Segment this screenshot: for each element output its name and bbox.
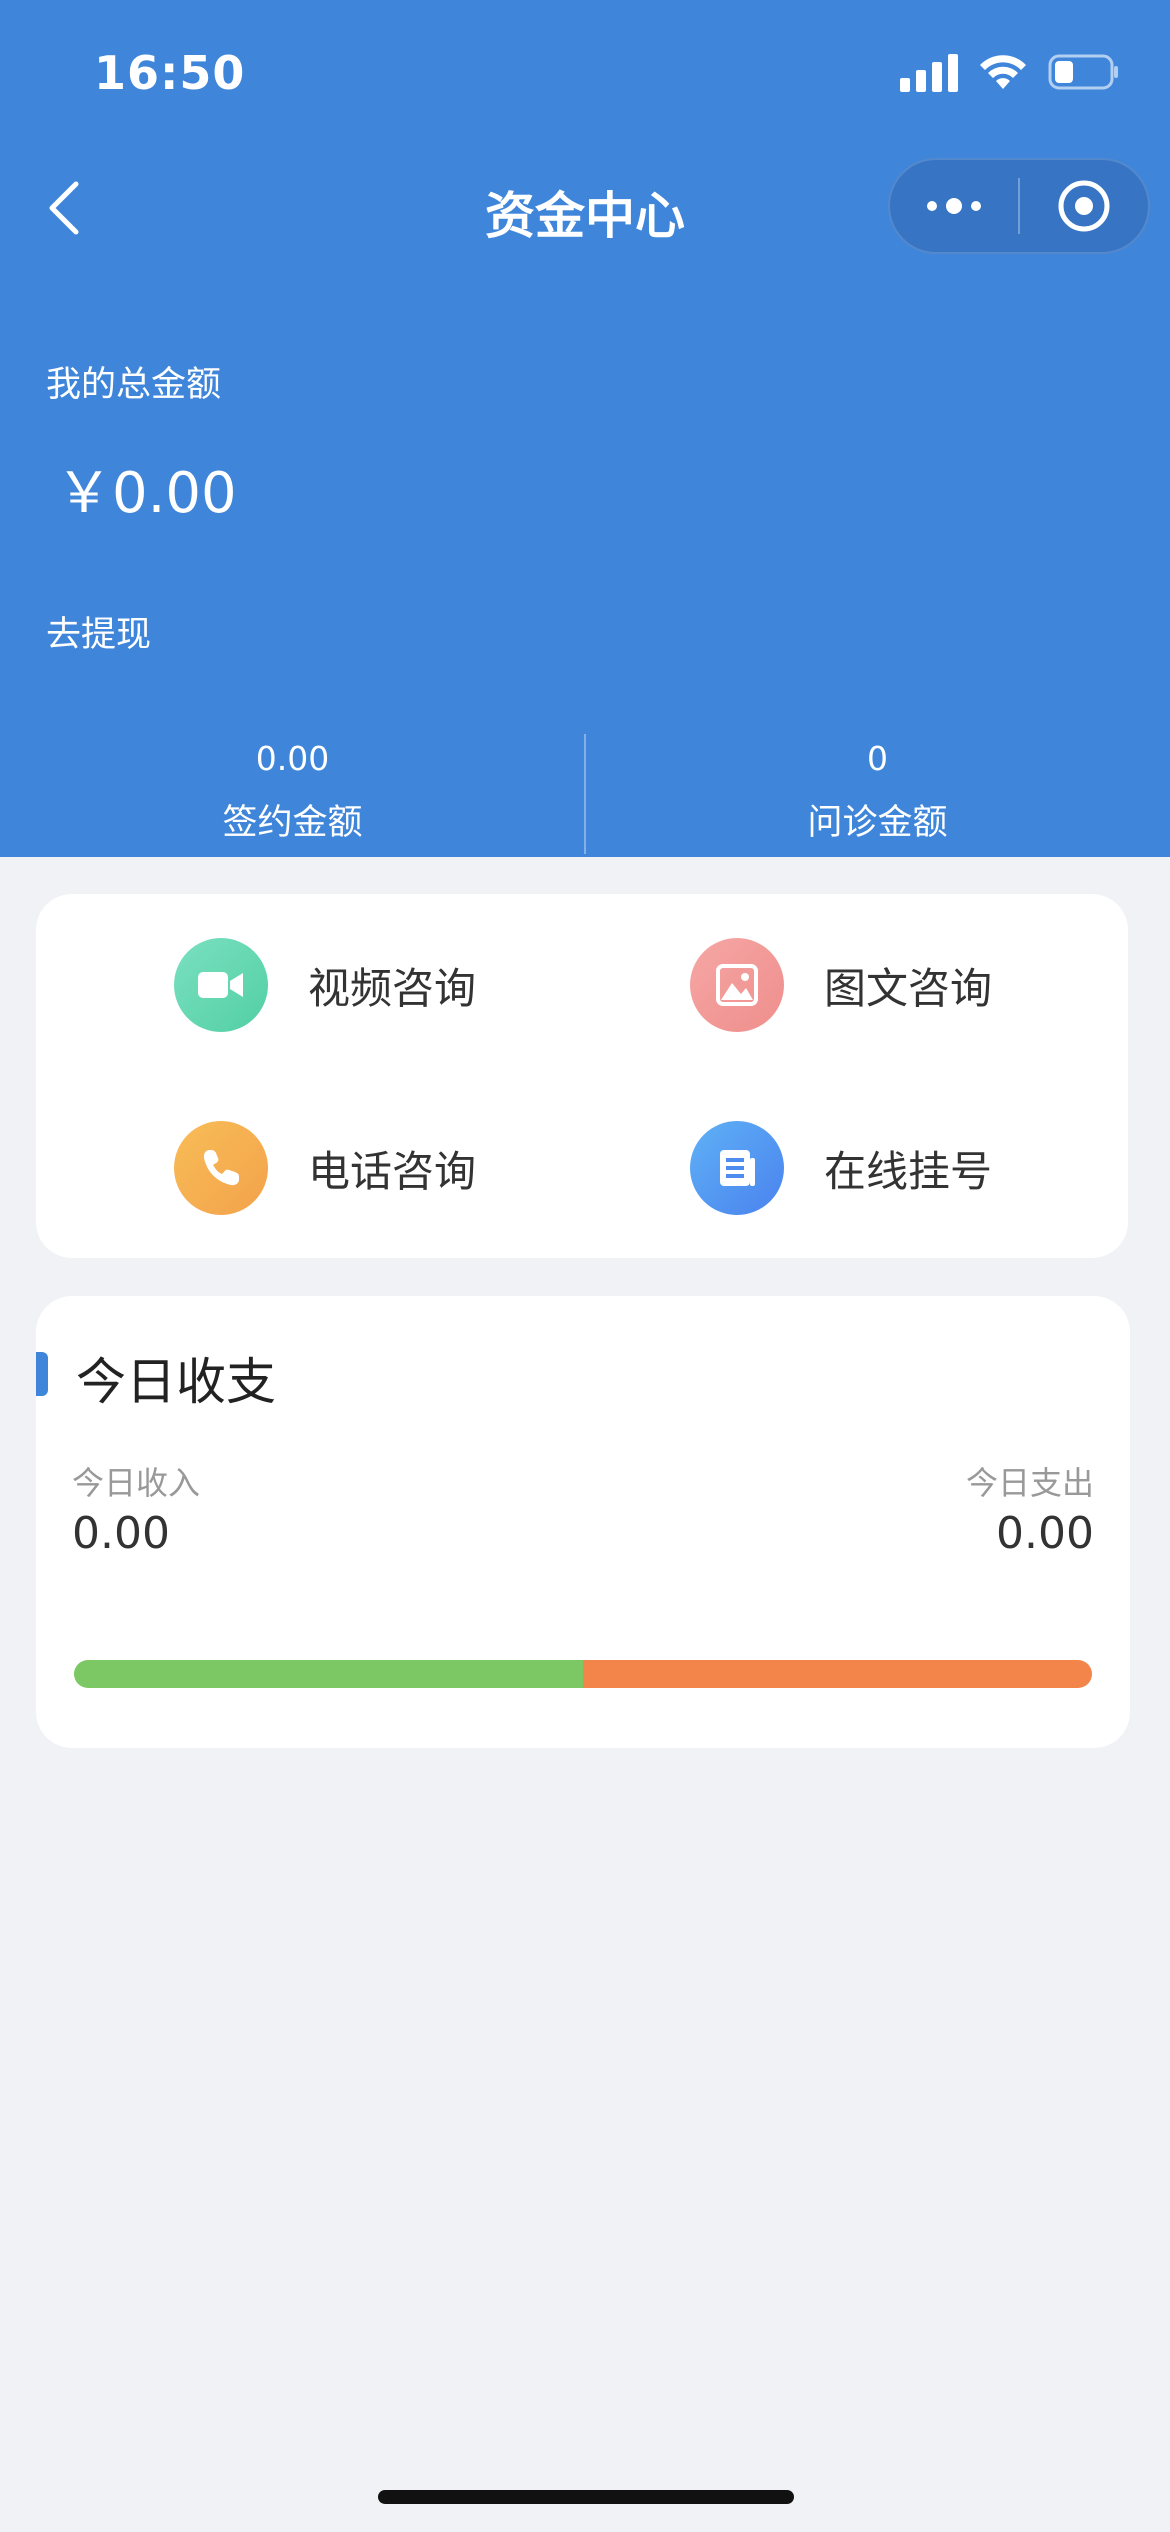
today-expense-label: 今日支出: [965, 1464, 1094, 1502]
total-amount-label: 我的总金额: [46, 365, 222, 405]
income-ratio-segment: [74, 1660, 583, 1688]
status-time: 16:50: [94, 46, 246, 100]
online-register-item[interactable]: 在线挂号: [690, 1121, 992, 1215]
section-accent-bar: [36, 1352, 48, 1396]
income-expense-ratio-bar: [74, 1660, 1092, 1688]
more-button[interactable]: [890, 160, 1018, 252]
mini-program-capsule: [888, 158, 1150, 254]
phone-consult-item[interactable]: 电话咨询: [174, 1121, 476, 1215]
graphic-consult-label: 图文咨询: [824, 963, 993, 1013]
today-income-value: 0.00: [72, 1508, 170, 1559]
signed-amount-value: 0.00: [255, 739, 330, 778]
target-circle-icon: [1058, 180, 1110, 232]
phone-icon: [174, 1121, 268, 1215]
nav-bar: 资金中心: [0, 150, 1170, 260]
consult-amount-label: 问诊金额: [807, 803, 948, 843]
header: 16:50 资金中心 我的总金额 ￥0.00 去提现 0.00 签约金额 0 问…: [0, 0, 1170, 857]
image-icon: [690, 938, 784, 1032]
signed-amount-stat[interactable]: 0.00 签约金额: [0, 730, 585, 845]
battery-icon: [1048, 54, 1120, 90]
phone-consult-label: 电话咨询: [308, 1146, 477, 1196]
home-indicator: [378, 2490, 794, 2504]
status-icons: [900, 52, 1120, 92]
fund-center-page: 16:50 资金中心 我的总金额 ￥0.00 去提现 0.00 签约金额 0 问…: [0, 0, 1170, 2532]
wifi-icon: [978, 53, 1028, 91]
graphic-consult-item[interactable]: 图文咨询: [690, 938, 992, 1032]
video-consult-item[interactable]: 视频咨询: [174, 938, 476, 1032]
more-dots-icon: [927, 198, 981, 214]
status-bar: 16:50: [0, 0, 1170, 140]
signed-amount-label: 签约金额: [222, 803, 363, 843]
online-register-label: 在线挂号: [824, 1146, 993, 1196]
close-mini-program-button[interactable]: [1020, 160, 1148, 252]
expense-ratio-segment: [583, 1660, 1092, 1688]
withdraw-link[interactable]: 去提现: [46, 606, 151, 657]
consult-amount-stat[interactable]: 0 问诊金额: [585, 730, 1170, 845]
document-icon: [690, 1121, 784, 1215]
today-income-label: 今日收入: [72, 1464, 201, 1502]
consult-amount-value: 0: [867, 739, 888, 778]
video-camera-icon: [174, 938, 268, 1032]
signal-icon: [900, 52, 958, 92]
today-expense-value: 0.00: [996, 1508, 1094, 1559]
video-consult-label: 视频咨询: [308, 963, 477, 1013]
today-income-expense-card: 今日收支 今日收入 今日支出 0.00 0.00: [36, 1296, 1130, 1748]
consult-menu-card: 视频咨询 图文咨询 电话咨询 在线挂号: [36, 894, 1128, 1258]
stats-row: 0.00 签约金额 0 问诊金额: [0, 730, 1170, 857]
today-title: 今日收支: [76, 1353, 276, 1411]
total-amount-value: ￥0.00: [56, 461, 237, 526]
